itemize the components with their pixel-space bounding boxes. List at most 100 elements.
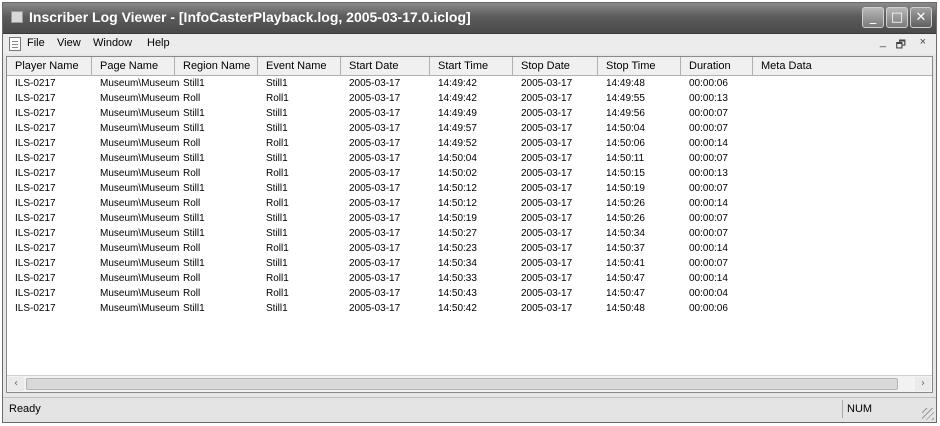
mdi-minimize-button[interactable]: _ xyxy=(880,36,886,48)
title-bar[interactable]: Inscriber Log Viewer - [InfoCasterPlayba… xyxy=(3,3,936,34)
maximize-button[interactable]: □ xyxy=(886,7,908,28)
menu-file[interactable]: File xyxy=(27,37,45,49)
table-row[interactable]: ILS-0217 Museum\Museum Roll Roll1 2005-03-17… xyxy=(7,197,932,211)
table-row[interactable]: ILS-0217 Museum\Museum Still1 Still1 2005-03… xyxy=(7,227,932,241)
cell-meta-data xyxy=(753,257,932,271)
cell-meta-data xyxy=(753,212,932,226)
cell-start-time: 14:50:19 xyxy=(438,213,477,224)
cell-region-name: Still1 xyxy=(183,108,205,119)
cell-start-date: 2005-03-17 xyxy=(349,303,401,314)
cell-meta-data xyxy=(753,107,932,121)
cell-region-name: Roll xyxy=(183,93,201,104)
table-row[interactable]: ILS-0217 Museum\Museum Roll Roll1 2005-03-17… xyxy=(7,272,932,286)
cell-duration: 00:00:07 xyxy=(689,183,728,194)
cell-player-name: ILS-0217 xyxy=(15,93,56,104)
cell-page-name: Museum\Museum xyxy=(100,198,180,209)
cell-region-name: Still1 xyxy=(183,303,205,314)
column-header-region-name[interactable]: Region Name xyxy=(175,57,258,76)
cell-player-name: ILS-0217 xyxy=(15,288,56,299)
cell-stop-time: 14:50:04 xyxy=(606,123,645,134)
table-row[interactable]: ILS-0217 Museum\Museum Still1 Still1 2005-03… xyxy=(7,182,932,196)
horizontal-scrollbar[interactable]: ‹ › xyxy=(7,375,932,392)
table-row[interactable]: ILS-0217 Museum\Museum Still1 Still1 2005-03… xyxy=(7,122,932,136)
cell-start-date: 2005-03-17 xyxy=(349,288,401,299)
scroll-right-arrow[interactable]: › xyxy=(915,377,931,391)
minimize-button[interactable]: _ xyxy=(862,7,884,28)
scroll-thumb[interactable] xyxy=(26,378,898,390)
app-window: Inscriber Log Viewer - [InfoCasterPlayba… xyxy=(2,2,937,423)
table-row[interactable]: ILS-0217 Museum\Museum Roll Roll1 2005-03-17… xyxy=(7,167,932,181)
cell-start-date: 2005-03-17 xyxy=(349,228,401,239)
cell-start-time: 14:50:42 xyxy=(438,303,477,314)
app-icon[interactable] xyxy=(11,11,23,23)
close-button[interactable]: ✕ xyxy=(910,7,932,28)
table-row[interactable]: ILS-0217 Museum\Museum Still1 Still1 2005-03… xyxy=(7,302,932,316)
cell-event-name: Roll1 xyxy=(266,243,289,254)
table-row[interactable]: ILS-0217 Museum\Museum Still1 Still1 2005-03… xyxy=(7,212,932,226)
cell-page-name: Museum\Museum xyxy=(100,183,180,194)
column-header-meta-data[interactable]: Meta Data xyxy=(753,57,932,76)
cell-region-name: Still1 xyxy=(183,123,205,134)
column-header-duration[interactable]: Duration xyxy=(681,57,753,76)
table-row[interactable]: ILS-0217 Museum\Museum Still1 Still1 2005-03… xyxy=(7,107,932,121)
menu-window[interactable]: Window xyxy=(93,37,132,49)
cell-page-name: Museum\Museum xyxy=(100,108,180,119)
cell-start-date: 2005-03-17 xyxy=(349,168,401,179)
cell-duration: 00:00:14 xyxy=(689,243,728,254)
cell-start-time: 14:49:57 xyxy=(438,123,477,134)
table-row[interactable]: ILS-0217 Museum\Museum Roll Roll1 2005-03-17… xyxy=(7,137,932,151)
cell-start-date: 2005-03-17 xyxy=(349,183,401,194)
column-header-event-name[interactable]: Event Name xyxy=(258,57,341,76)
cell-stop-date: 2005-03-17 xyxy=(521,273,573,284)
table-row[interactable]: ILS-0217 Museum\Museum Roll Roll1 2005-03-17… xyxy=(7,287,932,301)
scroll-left-arrow[interactable]: ‹ xyxy=(8,377,24,391)
cell-start-date: 2005-03-17 xyxy=(349,93,401,104)
cell-duration: 00:00:13 xyxy=(689,168,728,179)
cell-stop-date: 2005-03-17 xyxy=(521,243,573,254)
cell-stop-time: 14:50:47 xyxy=(606,288,645,299)
cell-region-name: Roll xyxy=(183,138,201,149)
table-row[interactable]: ILS-0217 Museum\Museum Still1 Still1 2005-03… xyxy=(7,77,932,91)
column-header-player-name[interactable]: Player Name xyxy=(7,57,92,76)
table-row[interactable]: ILS-0217 Museum\Museum Roll Roll1 2005-03-17… xyxy=(7,92,932,106)
menu-view[interactable]: View xyxy=(57,37,81,49)
cell-start-time: 14:49:42 xyxy=(438,78,477,89)
cell-duration: 00:00:14 xyxy=(689,273,728,284)
menu-help[interactable]: Help xyxy=(147,37,170,49)
column-header-page-name[interactable]: Page Name xyxy=(92,57,175,76)
table-row[interactable]: ILS-0217 Museum\Museum Still1 Still1 2005-03… xyxy=(7,257,932,271)
cell-stop-date: 2005-03-17 xyxy=(521,198,573,209)
cell-page-name: Museum\Museum xyxy=(100,258,180,269)
cell-event-name: Roll1 xyxy=(266,288,289,299)
mdi-close-button[interactable]: × xyxy=(920,36,926,48)
cell-page-name: Museum\Museum xyxy=(100,138,180,149)
cell-duration: 00:00:07 xyxy=(689,108,728,119)
window-title: Inscriber Log Viewer - [InfoCasterPlayba… xyxy=(29,9,471,25)
cell-start-date: 2005-03-17 xyxy=(349,138,401,149)
cell-player-name: ILS-0217 xyxy=(15,123,56,134)
column-header-stop-date[interactable]: Stop Date xyxy=(513,57,598,76)
log-table: Player Name Page Name Region Name Event Nam… xyxy=(6,56,933,393)
cell-region-name: Still1 xyxy=(183,213,205,224)
cell-stop-date: 2005-03-17 xyxy=(521,288,573,299)
cell-start-date: 2005-03-17 xyxy=(349,78,401,89)
cell-player-name: ILS-0217 xyxy=(15,213,56,224)
cell-event-name: Still1 xyxy=(266,153,288,164)
cell-start-time: 14:50:02 xyxy=(438,168,477,179)
column-header-stop-time[interactable]: Stop Time xyxy=(598,57,681,76)
cell-region-name: Still1 xyxy=(183,258,205,269)
cell-page-name: Museum\Museum xyxy=(100,228,180,239)
mdi-restore-button[interactable]: 🗗 xyxy=(896,36,906,55)
cell-meta-data xyxy=(753,122,932,136)
cell-meta-data xyxy=(753,197,932,211)
cell-start-time: 14:50:34 xyxy=(438,258,477,269)
document-icon[interactable] xyxy=(9,37,21,51)
table-row[interactable]: ILS-0217 Museum\Museum Roll Roll1 2005-03-17… xyxy=(7,242,932,256)
cell-page-name: Museum\Museum xyxy=(100,303,180,314)
resize-grip[interactable] xyxy=(922,408,934,420)
cell-player-name: ILS-0217 xyxy=(15,108,56,119)
column-header-start-date[interactable]: Start Date xyxy=(341,57,430,76)
cell-page-name: Museum\Museum xyxy=(100,273,180,284)
column-header-start-time[interactable]: Start Time xyxy=(430,57,513,76)
table-row[interactable]: ILS-0217 Museum\Museum Still1 Still1 2005-03… xyxy=(7,152,932,166)
